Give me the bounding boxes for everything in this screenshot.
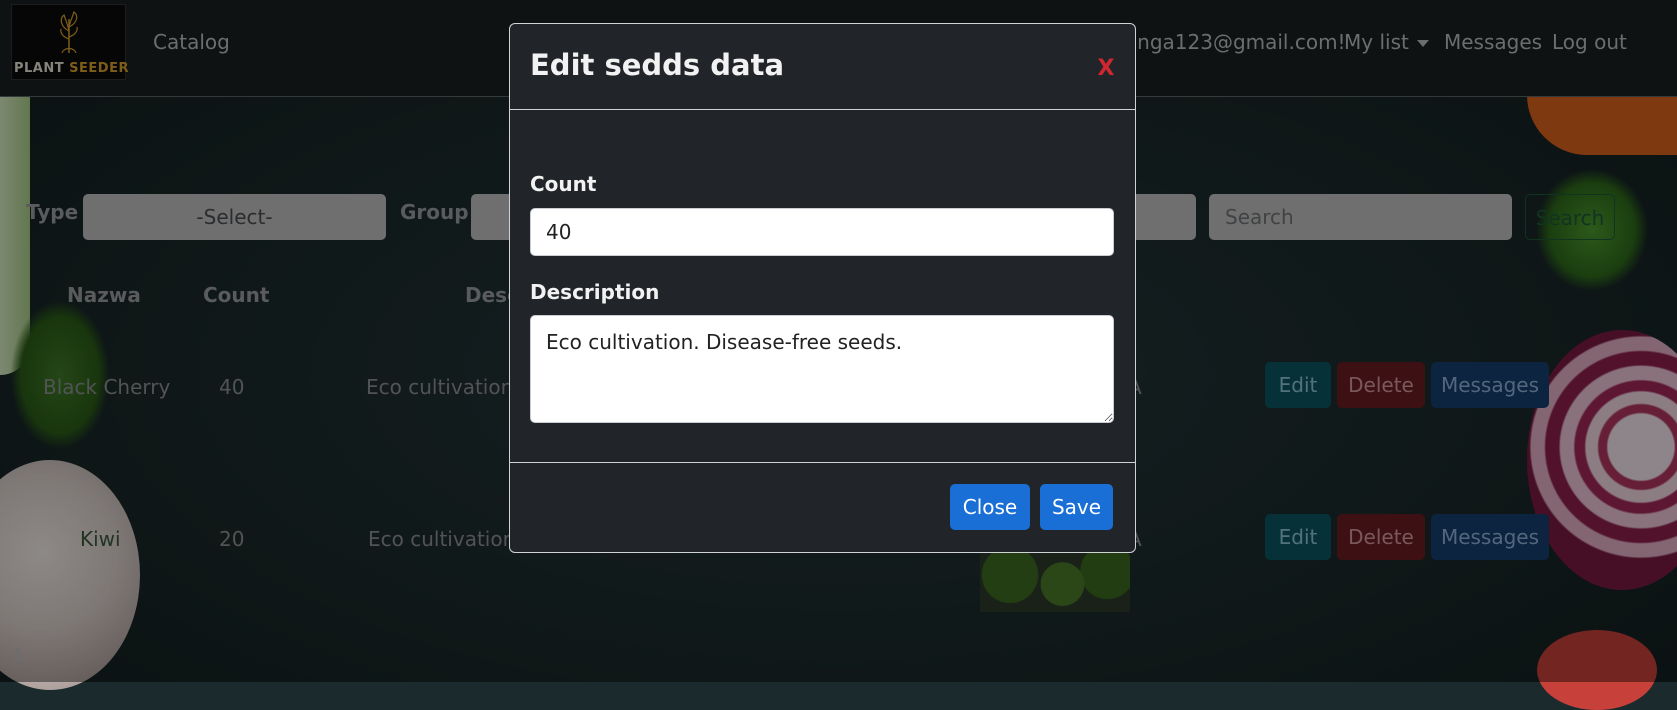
count-label: Count bbox=[530, 172, 597, 196]
close-button[interactable]: Close bbox=[950, 484, 1030, 530]
close-icon[interactable]: X bbox=[1095, 58, 1117, 80]
count-input[interactable] bbox=[530, 208, 1114, 256]
description-label: Description bbox=[530, 280, 660, 304]
modal-footer-divider bbox=[510, 462, 1135, 463]
modal-header-divider bbox=[510, 109, 1135, 110]
description-textarea[interactable]: Eco cultivation. Disease-free seeds. bbox=[530, 315, 1114, 423]
save-button[interactable]: Save bbox=[1040, 484, 1113, 530]
modal-title: Edit sedds data bbox=[530, 48, 785, 82]
edit-seeds-modal: Edit sedds data X Count Description Eco … bbox=[509, 23, 1136, 553]
